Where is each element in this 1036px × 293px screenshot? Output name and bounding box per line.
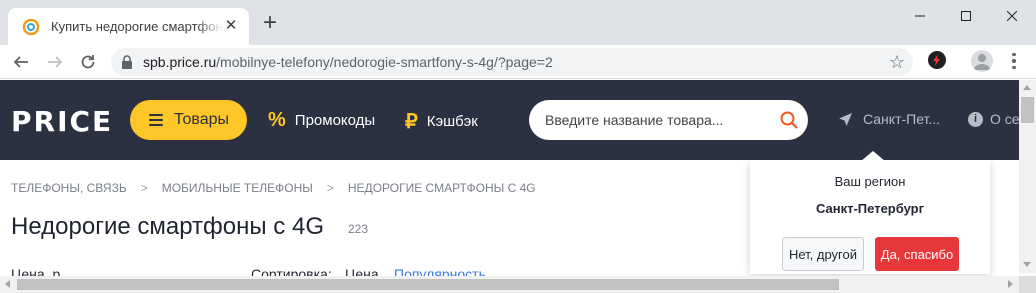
region-selector[interactable]: Санкт-Пет... [838,111,940,127]
region-label: Санкт-Пет... [863,111,941,127]
vertical-scrollbar[interactable] [1019,80,1036,273]
vertical-scroll-thumb[interactable] [1021,97,1034,123]
url-path: /mobilnye-telefony/nedorogie-smartfony-s… [216,54,553,70]
horizontal-scrollbar[interactable] [0,276,1019,293]
window-minimize-icon[interactable] [897,0,943,32]
back-arrow-icon[interactable] [7,48,35,76]
sort-label: Сортировка: [251,266,332,276]
cashback-label: Кэшбэк [426,113,478,130]
about-link[interactable]: i О се [968,111,1020,127]
info-icon: i [968,111,983,127]
search-box [529,100,808,140]
chevron-right-icon: > [140,181,148,195]
page-title: Недорогие смартфоны с 4G [11,213,324,240]
filter-sort-row: Цена, р Сортировка: Цена Популярность [11,266,751,276]
browser-menu-icon[interactable] [1004,50,1024,72]
ruble-icon: ₽ [405,111,418,133]
price-favicon-icon [22,18,40,35]
popup-heading: Ваш регион [834,174,906,189]
product-count: 223 [348,222,369,236]
horizontal-scroll-thumb[interactable] [17,279,839,290]
forward-arrow-icon[interactable] [41,48,69,76]
bookmark-star-icon[interactable]: ☆ [889,52,905,72]
scroll-right-arrow-icon[interactable] [1008,280,1013,288]
tab-close-icon[interactable]: ✕ [223,18,239,34]
region-confirm-button[interactable]: Да, спасибо [875,237,959,271]
search-icon[interactable] [780,111,798,129]
reload-icon[interactable] [74,48,102,76]
url-text: spb.price.ru/mobilnye-telefony/nedorogie… [143,54,553,70]
scroll-up-arrow-icon[interactable] [1023,85,1031,90]
price-logo[interactable]: PRICE [11,105,113,138]
breadcrumb-item[interactable]: МОБИЛЬНЫЕ ТЕЛЕФОНЫ [162,181,313,195]
promo-codes-link[interactable]: % Промокоды [268,109,375,132]
scroll-down-arrow-icon[interactable] [1023,262,1031,267]
url-host: spb.price.ru [143,54,217,70]
breadcrumb: ТЕЛЕФОНЫ, СВЯЗЬ > МОБИЛЬНЫЕ ТЕЛЕФОНЫ > Н… [11,181,536,195]
browser-tab[interactable]: Купить недорогие смартфоны с 4G ✕ [8,8,249,45]
address-bar[interactable]: spb.price.ru/mobilnye-telefony/nedorogie… [111,48,913,76]
promo-codes-label: Промокоды [294,112,376,129]
profile-avatar-icon[interactable] [971,50,993,72]
scrollbar-corner [1019,276,1036,293]
window-maximize-icon[interactable] [943,0,989,32]
popup-arrow [861,151,885,161]
popup-city: Санкт-Петербург [815,201,925,216]
browser-titlebar: Купить недорогие смартфоны с 4G ✕ + [0,0,1036,45]
sort-by-popularity[interactable]: Популярность [394,266,486,276]
location-arrow-icon [839,112,852,126]
new-tab-icon[interactable]: + [258,11,282,36]
hamburger-icon [149,114,163,126]
search-input[interactable] [545,110,775,130]
price-filter-label: Цена, р [11,266,61,276]
breadcrumb-item[interactable]: ТЕЛЕФОНЫ, СВЯЗЬ [11,181,127,195]
tab-title: Купить недорогие смартфоны с 4G [51,19,223,34]
browser-toolbar: spb.price.ru/mobilnye-telefony/nedorogie… [0,45,1036,79]
about-label: О се [990,111,1020,127]
site-header: PRICE Товары % Промокоды ₽ Кэшбэк Санкт-… [0,80,1020,160]
region-confirm-popup: Ваш регион Санкт-Петербург Нет, другой Д… [750,151,990,274]
breadcrumb-item[interactable]: НЕДОРОГИЕ СМАРТФОНЫ С 4G [348,181,536,195]
catalog-button-label: Товары [174,111,230,128]
scroll-left-arrow-icon[interactable] [5,280,10,288]
chevron-right-icon: > [326,181,334,195]
percent-icon: % [268,109,286,131]
window-close-icon[interactable] [989,0,1035,32]
extension-icon[interactable] [928,51,946,69]
cashback-link[interactable]: ₽ Кэшбэк [405,109,478,134]
region-other-button[interactable]: Нет, другой [782,237,864,271]
lock-icon [122,55,132,69]
catalog-button[interactable]: Товары [130,100,247,140]
sort-by-price[interactable]: Цена [345,266,379,276]
